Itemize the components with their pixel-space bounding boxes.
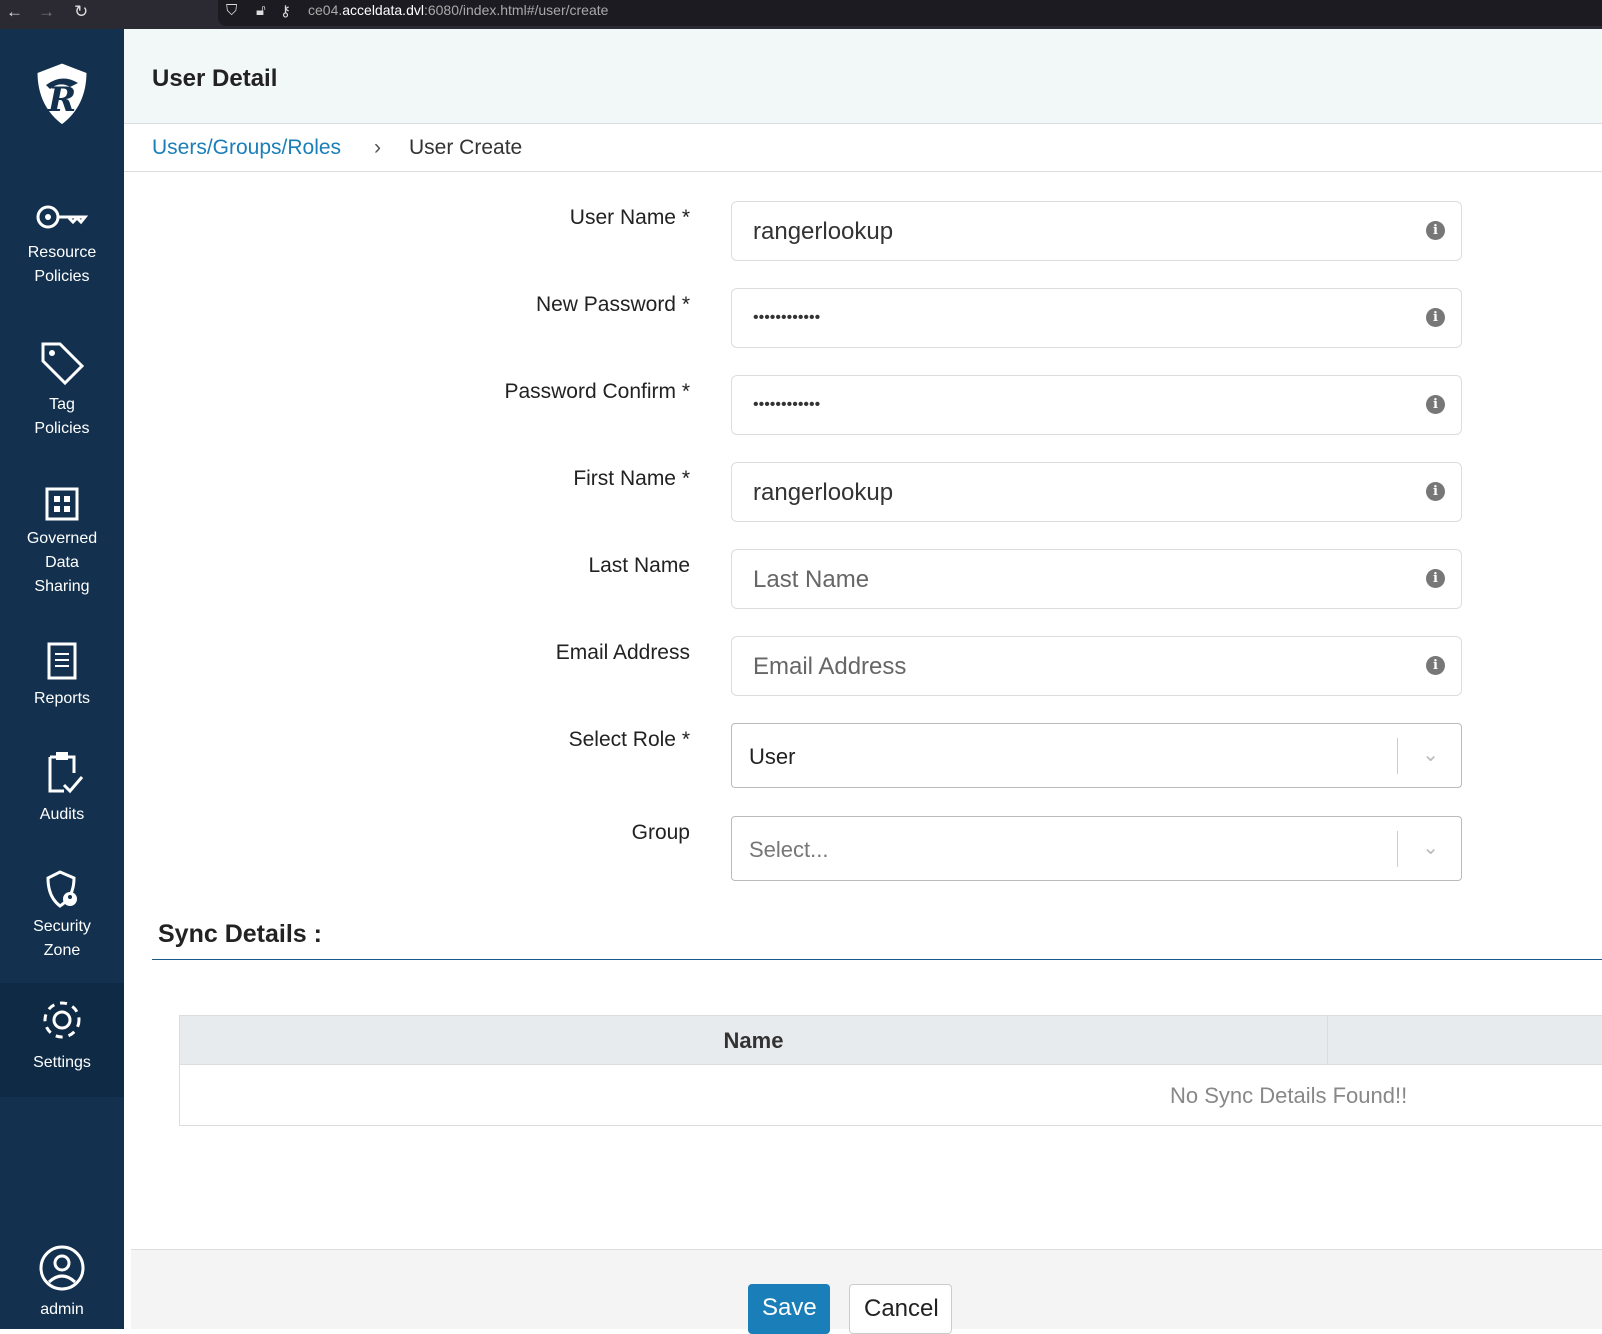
sidebar-item-label: Audits [39,806,85,823]
reload-icon[interactable]: ↻ [74,2,88,22]
empty-message: No Sync Details Found!! [1170,1083,1408,1108]
grid-icon [45,487,79,521]
breadcrumb-current: User Create [409,136,523,159]
last-name-input[interactable]: Last Name i [731,549,1462,609]
first-name-value: rangerlookup [753,479,894,506]
last-name-label: Last Name [588,554,690,577]
ranger-logo[interactable]: R [0,59,124,135]
first-name-label: First Name * [573,467,690,490]
user-name-value: rangerlookup [753,218,894,245]
new-password-value: •••••••••••• [753,309,821,326]
page-header: User Detail [124,29,1602,124]
save-button[interactable]: Save [748,1284,830,1334]
sidebar-item-governed-data-sharing[interactable]: Governed Data Sharing [0,487,124,599]
user-name-input[interactable]: rangerlookup i [731,201,1462,261]
password-confirm-label: Password Confirm * [504,380,690,403]
last-name-placeholder: Last Name [753,566,870,593]
sidebar-item-admin[interactable]: admin [0,1244,124,1322]
role-select[interactable]: User ⌄ [731,723,1462,788]
email-label: Email Address [555,641,690,664]
url-text[interactable]: ce04.acceldata.dvl:6080/index.html#/user… [308,2,608,18]
password-confirm-value: •••••••••••• [753,396,821,413]
browser-toolbar: ← → ↻ ⛉ 🔓︎ ⚷ ce04.acceldata.dvl:6080/ind… [0,0,1602,29]
key-icon: ⚷ [280,3,291,20]
password-confirm-input[interactable]: •••••••••••• i [731,375,1462,435]
key-icon [36,205,89,229]
info-icon[interactable]: i [1426,395,1445,414]
new-password-label: New Password * [535,293,690,316]
forward-icon[interactable]: → [38,2,55,22]
info-icon[interactable]: i [1426,221,1445,240]
clipboard-check-icon [48,752,84,794]
first-name-input[interactable]: rangerlookup i [731,462,1462,522]
shield-user-icon [46,870,77,908]
group-label: Group [631,821,690,844]
insecure-lock-icon: 🔓︎ [256,2,266,19]
select-role-label: Select Role * [568,728,690,751]
new-password-input[interactable]: •••••••••••• i [731,288,1462,348]
table-header: Name [180,1016,1602,1065]
sidebar-item-label: Security Zone [33,918,91,959]
sidebar-item-settings[interactable]: Settings [0,983,124,1097]
breadcrumb: Users/Groups/Roles › User Create [124,124,1602,172]
select-divider [1397,831,1398,867]
sidebar-item-audits[interactable]: Audits [0,749,124,827]
info-icon[interactable]: i [1426,569,1445,588]
cancel-button[interactable]: Cancel [849,1284,952,1334]
tag-icon [41,342,85,386]
sidebar-item-label: Settings [33,1054,91,1071]
group-select[interactable]: Select... ⌄ [731,816,1462,881]
report-icon [47,642,77,680]
sidebar-item-label: Resource Policies [27,244,97,285]
select-divider [1397,738,1398,774]
user-avatar-icon [39,1245,85,1291]
breadcrumb-separator: › [374,136,381,159]
column-header-name: Name [180,1016,1328,1065]
info-icon[interactable]: i [1426,482,1445,501]
info-icon[interactable]: i [1426,308,1445,327]
role-value: User [749,744,796,769]
sync-details-table: Name No Sync Details Found!! [179,1015,1602,1126]
sync-details-heading: Sync Details : [158,920,322,948]
sidebar: R Resource Policies Tag Policies Governe… [0,29,124,1329]
sidebar-item-label: admin [40,1301,84,1318]
chevron-down-icon[interactable]: ⌄ [1422,742,1439,767]
email-placeholder: Email Address [753,653,907,680]
shield-icon: ⛉ [226,2,238,19]
sidebar-item-tag-policies[interactable]: Tag Policies [0,339,124,441]
sidebar-item-label: Governed Data Sharing [26,530,98,595]
user-name-label: User Name * [569,206,690,229]
sidebar-item-reports[interactable]: Reports [0,641,124,711]
group-placeholder: Select... [749,837,829,862]
sidebar-item-resource-policies[interactable]: Resource Policies [0,199,124,289]
gear-icon [43,1001,81,1039]
sidebar-item-security-zone[interactable]: Security Zone [0,869,124,963]
back-icon[interactable]: ← [6,2,23,22]
page-title: User Detail [152,65,278,92]
email-input[interactable]: Email Address i [731,636,1462,696]
sidebar-item-label: Reports [33,690,91,707]
chevron-down-icon[interactable]: ⌄ [1422,835,1439,860]
info-icon[interactable]: i [1426,656,1445,675]
divider [152,959,1602,960]
form-footer: Save Cancel [131,1249,1602,1334]
breadcrumb-link[interactable]: Users/Groups/Roles [152,136,341,160]
sidebar-item-label: Tag Policies [34,396,90,437]
